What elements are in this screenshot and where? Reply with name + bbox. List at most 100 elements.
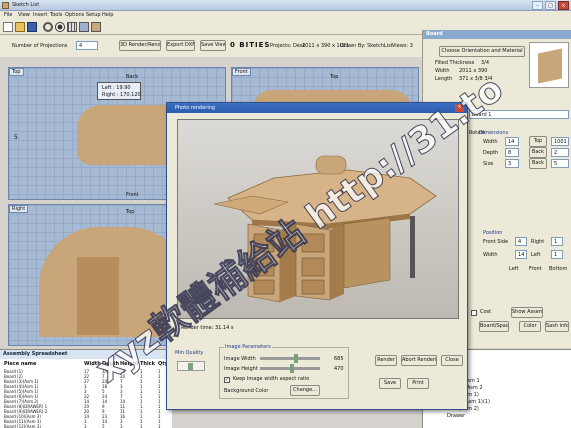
col-thick[interactable]: Thick [140,361,155,368]
pos-row-2-d[interactable]: 1 [551,250,563,259]
pos-foot-left: Left [509,266,519,272]
dim-row-1-c[interactable]: Top [529,136,547,147]
dim-row-2-c[interactable]: Back [529,147,547,158]
drawer-unit-left [77,257,119,335]
dim-row-3-b[interactable]: 3 [505,159,519,168]
dim-row-1-d[interactable]: 1001 [551,137,569,146]
front-label: Front [126,192,139,198]
dim-row-1-a: Width [483,139,498,145]
dim-row-3-d[interactable]: 5 [551,159,569,168]
color-button[interactable]: Color [519,321,541,332]
menu-item-setup[interactable]: Setup [86,12,101,19]
show-assemblies-button[interactable]: Show Assemblies [511,307,543,318]
col-height[interactable]: Height [120,361,139,368]
table-cell: 3 [120,424,123,428]
board-name-field[interactable]: Board 1 [469,110,569,119]
save-view-button[interactable]: Save View [200,40,226,51]
projections-field[interactable]: 4 [76,41,98,50]
left-pedestal-side [280,224,296,302]
menu-item-tools[interactable]: Tools [50,12,62,19]
zoom-icon[interactable] [43,22,53,32]
dialog-close-button[interactable]: Close [441,355,463,366]
open-icon[interactable] [15,22,25,32]
left-drawer-1 [253,233,275,253]
pos-foot-front: Front [529,266,542,272]
view-tab-front[interactable]: Front [232,68,251,76]
orientation-button[interactable]: Choose Orientation and Material [439,46,525,57]
board-space-button[interactable]: Board/Space [479,321,509,332]
desk-back-hutch [315,155,347,175]
projections-label: Number of Projections [12,43,68,49]
menu-item-insert[interactable]: Insert [33,12,47,19]
pos-row-2-c: Left [531,252,541,258]
desk-leg [410,216,415,278]
export-dxf-button[interactable]: Export DXF [166,40,195,51]
menu-item-help[interactable]: Help [102,12,113,19]
dim-row-1-b[interactable]: 14 [505,137,519,146]
abort-rendering-button[interactable]: Abort Rendering [401,355,437,366]
length-label: Length [435,76,453,82]
left-drawer-3 [253,279,275,295]
sash-info-button[interactable]: Sash info [545,321,569,332]
right-drawer-1 [301,233,325,253]
view-tab-right[interactable]: Right [9,205,28,213]
dialog-close-icon[interactable]: × [455,104,464,112]
col-depth[interactable]: Depth [102,361,119,368]
status-projects: Projects: Desk [270,43,306,49]
close-button[interactable]: × [558,1,569,10]
menu-item-file[interactable]: File [4,12,12,19]
board-preview [529,42,569,88]
grid-icon[interactable] [67,22,77,32]
save-icon[interactable] [27,22,37,32]
right-drawer-2 [301,257,325,277]
view-icon[interactable] [79,22,89,32]
save-image-button[interactable]: Save [379,378,401,389]
col-piece-name[interactable]: Piece name [4,361,36,368]
image-height-value: 470 [334,366,344,372]
render-time-label: Render time: 31.14 s [181,325,234,331]
dim-row-2-a: Depth [483,150,499,156]
image-width-thumb[interactable] [294,354,298,363]
menu-item-view[interactable]: View [18,12,30,19]
dialog-title-bar: Photo rendering × [167,103,467,113]
render-button-dialog[interactable]: Render [375,355,397,366]
image-params-group: Image Parameters Image Width 685 Image H… [219,344,349,399]
minimize-button[interactable]: – [532,1,543,10]
filled-thickness-value: 3/4 [481,60,490,66]
pos-row-2-b[interactable]: 14 [515,250,527,259]
pos-row-2-a: Width [483,252,498,258]
target-icon[interactable] [55,22,65,32]
render-button[interactable]: 3D Render/Render [119,40,161,51]
new-icon[interactable] [3,22,13,32]
keep-ratio-label: Keep Image width aspect ratio [233,376,310,382]
position-label: Position [483,230,503,236]
dim-row-3-c[interactable]: Back [529,158,547,169]
image-height-thumb[interactable] [290,364,294,373]
table-cell: 5 [102,424,105,428]
menu-item-options[interactable]: Options [65,12,84,19]
width-label: Width [435,68,450,74]
image-width-slider[interactable] [260,354,320,363]
table-cell: 1 [140,424,143,428]
keep-ratio-checkbox[interactable]: ✓ [224,377,230,383]
left-drawer-2 [253,257,275,277]
right-drawer-3 [301,279,325,295]
image-width-label: Image Width [224,356,256,362]
maximize-button[interactable]: □ [545,1,556,10]
quality-slider-thumb[interactable] [188,363,193,370]
quality-slider[interactable] [177,361,205,371]
status-drawn-by: Drawn By: SketchList [340,43,393,49]
print-button[interactable]: Print [407,378,429,389]
change-color-button[interactable]: Change... [290,385,320,396]
list-item[interactable]: Drawer [447,413,465,420]
cube-icon[interactable] [91,22,101,32]
pos-row-1-d[interactable]: 1 [551,237,563,246]
dim-row-2-b[interactable]: 8 [505,148,519,157]
dim-row-2-d[interactable]: 2 [551,148,569,157]
cost-checkbox[interactable] [471,310,477,316]
image-height-slider[interactable] [260,364,320,373]
image-width-value: 685 [334,356,344,362]
pos-row-1-b[interactable]: 4 [515,237,527,246]
col-width[interactable]: Width [84,361,101,368]
view-tab-top[interactable]: Top [9,68,24,76]
